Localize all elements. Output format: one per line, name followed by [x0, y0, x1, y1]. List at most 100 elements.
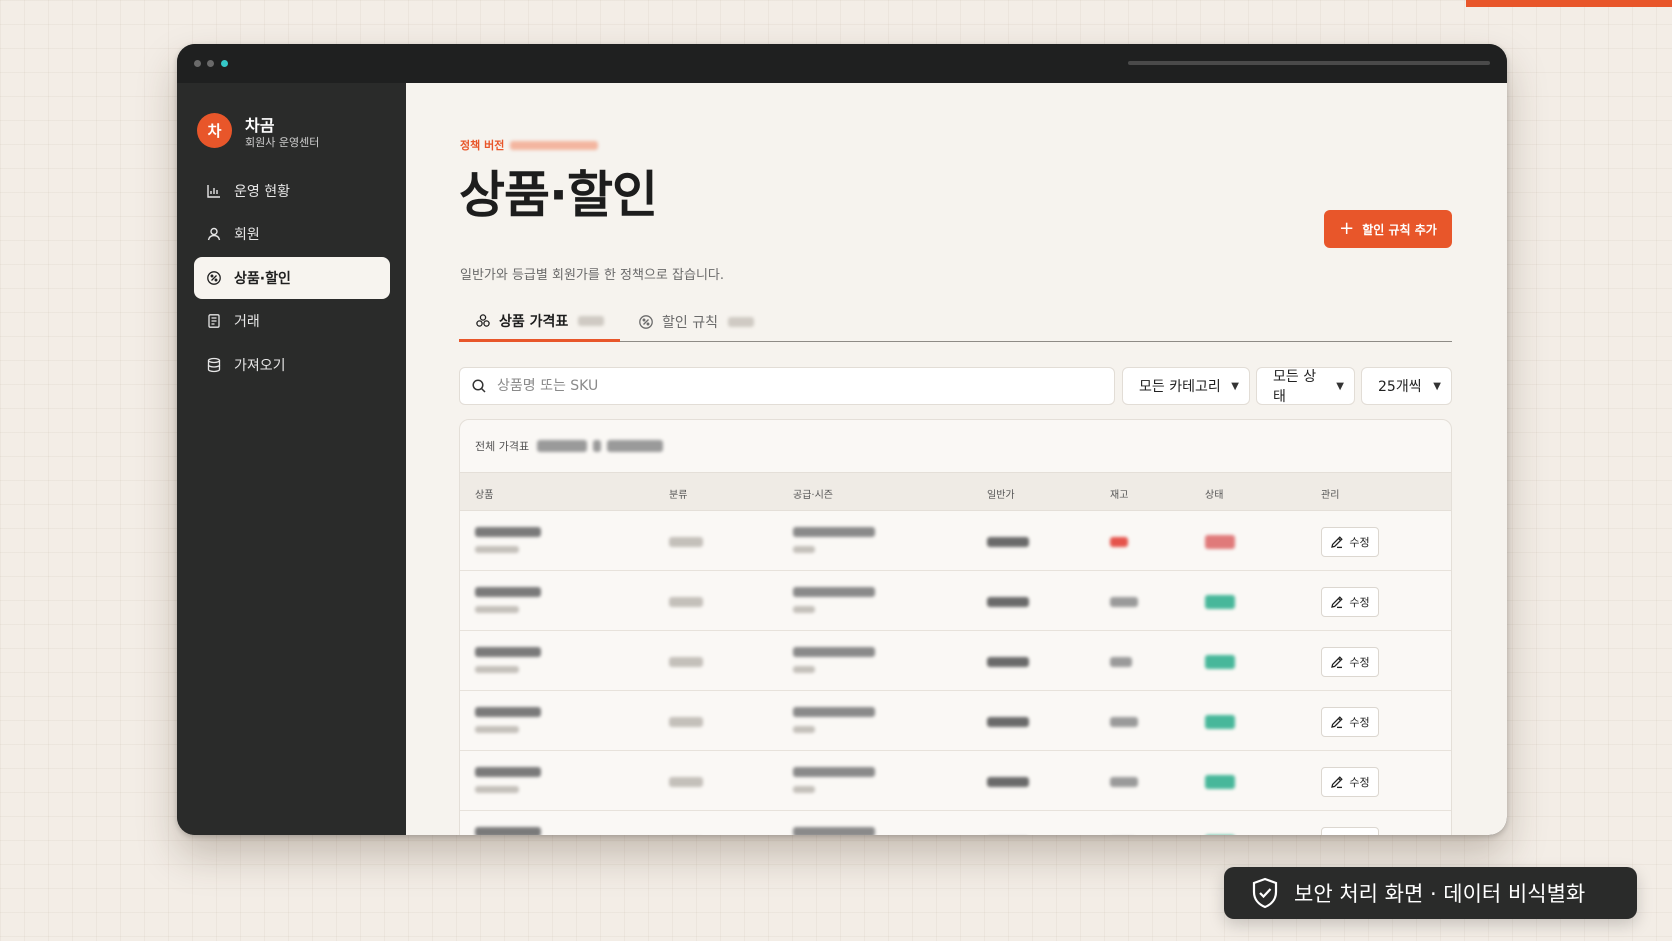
bar-chart-icon [206, 183, 222, 199]
tab-label: 상품 가격표 [499, 313, 569, 330]
tab-price-list[interactable]: 상품 가격표 [459, 302, 620, 342]
sidebar-item-transactions[interactable]: 거래 [194, 300, 390, 342]
pencil-icon [1330, 655, 1344, 669]
price-table-card: 전체 가격표 상품 분류 공급·시즌 일반가 재고 상태 관리 수정 수정 수정 수정… [459, 419, 1452, 835]
redacted-category [669, 657, 703, 667]
sidebar-item-members[interactable]: 회원 [194, 213, 390, 255]
page-size-select-value: 25개씩 [1378, 379, 1422, 395]
edit-button[interactable]: 수정 [1321, 527, 1379, 557]
redacted-value [607, 440, 664, 452]
page-description: 일반가와 등급별 회원가를 한 정책으로 잡습니다. [460, 268, 724, 283]
edit-button-label: 수정 [1349, 536, 1370, 549]
edit-button[interactable]: 수정 [1321, 707, 1379, 737]
table-row: 수정 [460, 811, 1451, 835]
pencil-icon [1330, 775, 1344, 789]
category-select[interactable]: 모든 카테고리 ▼ [1122, 367, 1250, 405]
column-header[interactable]: 공급·시즌 [793, 486, 833, 501]
status-badge [1205, 775, 1235, 789]
shield-check-icon [1250, 877, 1280, 909]
column-header[interactable]: 분류 [669, 486, 687, 501]
redacted-product-name [475, 707, 541, 717]
redacted-supplier [793, 767, 875, 777]
redacted-supplier [793, 587, 875, 597]
redacted-product-sku [475, 606, 519, 613]
pencil-icon [1330, 535, 1344, 549]
sidebar-item-label: 상품·할인 [234, 271, 291, 287]
column-header[interactable]: 상품 [475, 486, 493, 501]
window-dot-icon[interactable] [221, 60, 228, 67]
sidebar-item-import[interactable]: 가져오기 [194, 344, 390, 386]
pencil-icon [1330, 595, 1344, 609]
secure-screen-badge: 보안 처리 화면 · 데이터 비식별화 [1224, 867, 1637, 919]
search-icon [471, 378, 487, 394]
redacted-supplier [793, 527, 875, 537]
window-dot-icon[interactable] [194, 60, 201, 67]
redacted-stock [1110, 657, 1132, 667]
edit-button-label: 수정 [1349, 716, 1370, 729]
redacted-product-name [475, 527, 541, 537]
sidebar-item-label: 거래 [234, 314, 260, 330]
add-discount-rule-button[interactable]: + 할인 규칙 추가 [1324, 210, 1452, 248]
top-accent-bar [1466, 0, 1672, 7]
brand-subtitle: 회원사 운영센터 [245, 136, 320, 149]
pencil-icon [1330, 715, 1344, 729]
column-header[interactable]: 상태 [1205, 486, 1223, 501]
edit-button-label: 수정 [1349, 596, 1370, 609]
redacted-category [669, 537, 703, 547]
search-input[interactable] [497, 378, 1057, 394]
sidebar: 차 차곰 회원사 운영센터 운영 현황 회원 상품·할인 거래 가져오기 [177, 83, 406, 835]
redacted-stock [1110, 777, 1138, 787]
redacted-value [510, 140, 599, 150]
table-row: 수정 [460, 631, 1451, 691]
discount-badge-icon [206, 270, 222, 286]
redacted-supplier [793, 647, 875, 657]
page-size-select[interactable]: 25개씩 ▼ [1361, 367, 1452, 405]
table-title: 전체 가격표 [475, 440, 530, 453]
chevron-down-icon: ▼ [1433, 380, 1441, 392]
redacted-price [987, 537, 1029, 547]
redacted-supplier [793, 707, 875, 717]
redacted-price [987, 657, 1029, 667]
receipt-icon [206, 313, 222, 329]
window-dot-icon[interactable] [207, 60, 214, 67]
category-select-value: 모든 카테고리 [1139, 379, 1221, 395]
brand-avatar: 차 [197, 113, 232, 148]
redacted-season [793, 546, 815, 553]
redacted-count [727, 317, 754, 327]
edit-button[interactable]: 수정 [1321, 587, 1379, 617]
address-bar [1128, 61, 1490, 65]
redacted-price [987, 777, 1029, 787]
page-title: 상품·할인 [459, 166, 658, 224]
table-row: 수정 [460, 511, 1451, 571]
table-row: 수정 [460, 571, 1451, 631]
column-header[interactable]: 일반가 [987, 486, 1015, 501]
plus-icon: + [1339, 218, 1355, 239]
chevron-down-icon: ▼ [1231, 380, 1239, 392]
main-content: 정책 버전 상품·할인 일반가와 등급별 회원가를 한 정책으로 잡습니다. +… [406, 83, 1507, 835]
policy-version-label: 정책 버전 [460, 139, 505, 152]
redacted-product-name [475, 827, 541, 835]
boxes-icon [475, 313, 491, 329]
secure-screen-label: 보안 처리 화면 · 데이터 비식별화 [1294, 882, 1586, 906]
tab-discount-rules[interactable]: 할인 규칙 [638, 302, 754, 342]
brand-name: 차곰 [245, 116, 275, 135]
redacted-category [669, 717, 703, 727]
edit-button[interactable]: 수정 [1321, 647, 1379, 677]
redacted-product-name [475, 647, 541, 657]
column-header: 관리 [1321, 490, 1340, 501]
edit-button[interactable]: 수정 [1321, 827, 1379, 835]
redacted-category [669, 777, 703, 787]
status-select[interactable]: 모든 상태 ▼ [1256, 367, 1355, 405]
status-select-value: 모든 상태 [1273, 369, 1317, 405]
redacted-stock [1110, 717, 1138, 727]
tab-bar: 상품 가격표 할인 규칙 [459, 302, 1452, 342]
edit-button[interactable]: 수정 [1321, 767, 1379, 797]
table-body: 수정수정수정수정수정수정 [460, 511, 1451, 835]
window-titlebar [177, 44, 1507, 83]
search-box [459, 367, 1115, 405]
redacted-count [578, 315, 605, 326]
column-header[interactable]: 재고 [1110, 486, 1128, 501]
status-badge [1205, 535, 1235, 549]
sidebar-item-products-discounts[interactable]: 상품·할인 [194, 257, 390, 299]
sidebar-item-dashboard[interactable]: 운영 현황 [194, 170, 390, 212]
